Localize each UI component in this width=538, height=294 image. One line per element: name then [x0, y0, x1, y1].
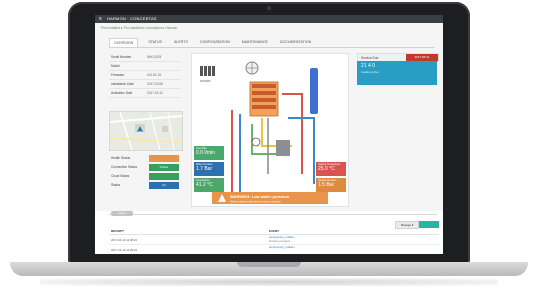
app-bar: ≡ HARMON · CONCERTAS: [95, 15, 443, 23]
service-note: Heating active: [361, 70, 379, 74]
boiler-diagram: WATER WARNING: Low water pressure Water …: [191, 53, 349, 207]
laptop-shadow: [40, 278, 498, 286]
tab-status[interactable]: STATUS: [146, 38, 164, 47]
warning-subtitle: Water pressure detected too low to conti…: [230, 200, 281, 204]
info-row: Model: [109, 62, 181, 71]
gauge-value: 25.0 °C: [318, 166, 335, 172]
info-key: Installation Date: [111, 82, 134, 86]
status-label: Connection Status: [111, 165, 138, 169]
service-label: Service Due: [361, 55, 379, 60]
menu-icon[interactable]: ≡: [99, 15, 102, 23]
info-row: Firmware v31.01.15: [109, 71, 181, 80]
tab-alerts[interactable]: ALERTS: [172, 38, 190, 47]
table-row[interactable]: 2017-04-12 12:08:24 pump/pump_rotation R…: [109, 235, 439, 245]
breadcrumb[interactable]: Pre-Installed ▸ Pro-installed ▸ Innovati…: [101, 26, 177, 30]
water-label: WATER: [200, 79, 211, 83]
info-key: Firmware: [111, 73, 125, 77]
service-badge[interactable]: 2017.05.31: [406, 54, 438, 61]
column-event[interactable]: EVENT: [269, 229, 279, 233]
gauge-heating-temperature: Heating Temperature 25.0 °C: [316, 162, 346, 176]
gauge-temperature: Temperature 41.2 °C: [194, 178, 224, 192]
heat-exchanger: [276, 140, 290, 156]
gauge-value: 1.5 Bar: [318, 182, 335, 188]
info-key: Serial Number: [111, 55, 132, 59]
export-button[interactable]: [419, 221, 439, 228]
cloud-status: Cloud Status: [109, 173, 181, 180]
info-row: Installation Date 2017.03.06: [109, 80, 181, 89]
expansion-vessel: [310, 68, 318, 114]
device-status: Status On: [109, 182, 181, 189]
location-map[interactable]: [109, 111, 183, 151]
info-value: v31.01.15: [147, 73, 162, 77]
column-receipt[interactable]: RECEIPT: [111, 229, 124, 233]
tab-divider: [109, 47, 435, 48]
warning-title: WARNING: Low water pressure: [230, 194, 290, 199]
map-graphic: [110, 112, 182, 150]
gauge-value: 0.0 l/min: [196, 150, 215, 156]
status-label: Status: [111, 183, 121, 187]
history-pill[interactable]: History: [111, 211, 133, 216]
tab-configuration[interactable]: CONFIGURATION: [198, 38, 232, 47]
camera-dot: [267, 6, 271, 10]
gauge-flow-rate: Flow Rate 0.0 l/min: [194, 146, 224, 160]
info-row: Activation Date 2017.04.12: [109, 89, 181, 98]
health-status: Health Status: [109, 155, 181, 162]
service-info-card: 21 4 0 Heating active: [357, 61, 437, 85]
status-badge: Online: [149, 164, 179, 171]
status-label: Cloud Status: [111, 174, 130, 178]
radiator-icon: [200, 66, 215, 76]
status-badge: [149, 155, 179, 162]
pump-icon: [251, 137, 261, 147]
info-row: Serial Number WH12478: [109, 53, 181, 62]
app-title: HARMON · CONCERTAS: [107, 16, 157, 21]
status-badge: [149, 173, 179, 180]
info-value: 2017.04.12: [147, 91, 163, 95]
history-section: History Manage ▾ RECEIPT EVENT 2017-04-1…: [95, 211, 443, 254]
row-event-link[interactable]: pump/pump_rotation: [269, 245, 295, 249]
info-key: Activation Date: [111, 91, 133, 95]
gauge-value: 1.7 Bar: [196, 166, 213, 172]
laptop: ≡ HARMON · CONCERTAS Pre-Installed ▸ Pro…: [0, 0, 538, 294]
manage-button[interactable]: Manage ▾: [395, 221, 419, 229]
laptop-notch: [237, 262, 301, 267]
status-label: Health Status: [111, 156, 131, 160]
row-date: 2017-04-12 12:09:24: [111, 248, 137, 252]
service-big-value: 21 4 0: [361, 63, 375, 69]
info-value: WH12478: [147, 55, 162, 59]
service-panel: Service Due 2017.05.31 21 4 0 Heating ac…: [357, 53, 439, 89]
info-value: 2017.03.06: [147, 82, 163, 86]
connection-status: Connection Status Online: [109, 164, 181, 171]
table-row[interactable]: 2017-04-12 12:09:24 pump/pump_rotation: [109, 245, 439, 254]
row-detail: Rotating stopped: [269, 239, 291, 243]
row-date: 2017-04-12 12:08:24: [111, 238, 137, 242]
gauge-water-pressure: Water Pressure 1.7 Bar: [194, 162, 224, 176]
device-info-list: Serial Number WH12478 Model Firmware v31.0…: [109, 53, 181, 98]
gauge-heating-pressure: Heating Pressure 1.5 Bar: [316, 178, 346, 192]
tab-maintenance[interactable]: MAINTENANCE: [240, 38, 270, 47]
screen: ≡ HARMON · CONCERTAS Pre-Installed ▸ Pro…: [95, 15, 443, 254]
tab-documentation[interactable]: DOCUMENTATION: [278, 38, 313, 47]
tab-bar: OVERVIEW STATUS ALERTS CONFIGURATION MAI…: [109, 38, 313, 47]
gauge-value: 41.2 °C: [196, 182, 213, 188]
tab-overview[interactable]: OVERVIEW: [109, 38, 139, 47]
info-key: Model: [111, 64, 120, 68]
section-divider: [109, 214, 437, 215]
status-badge: On: [149, 182, 179, 189]
